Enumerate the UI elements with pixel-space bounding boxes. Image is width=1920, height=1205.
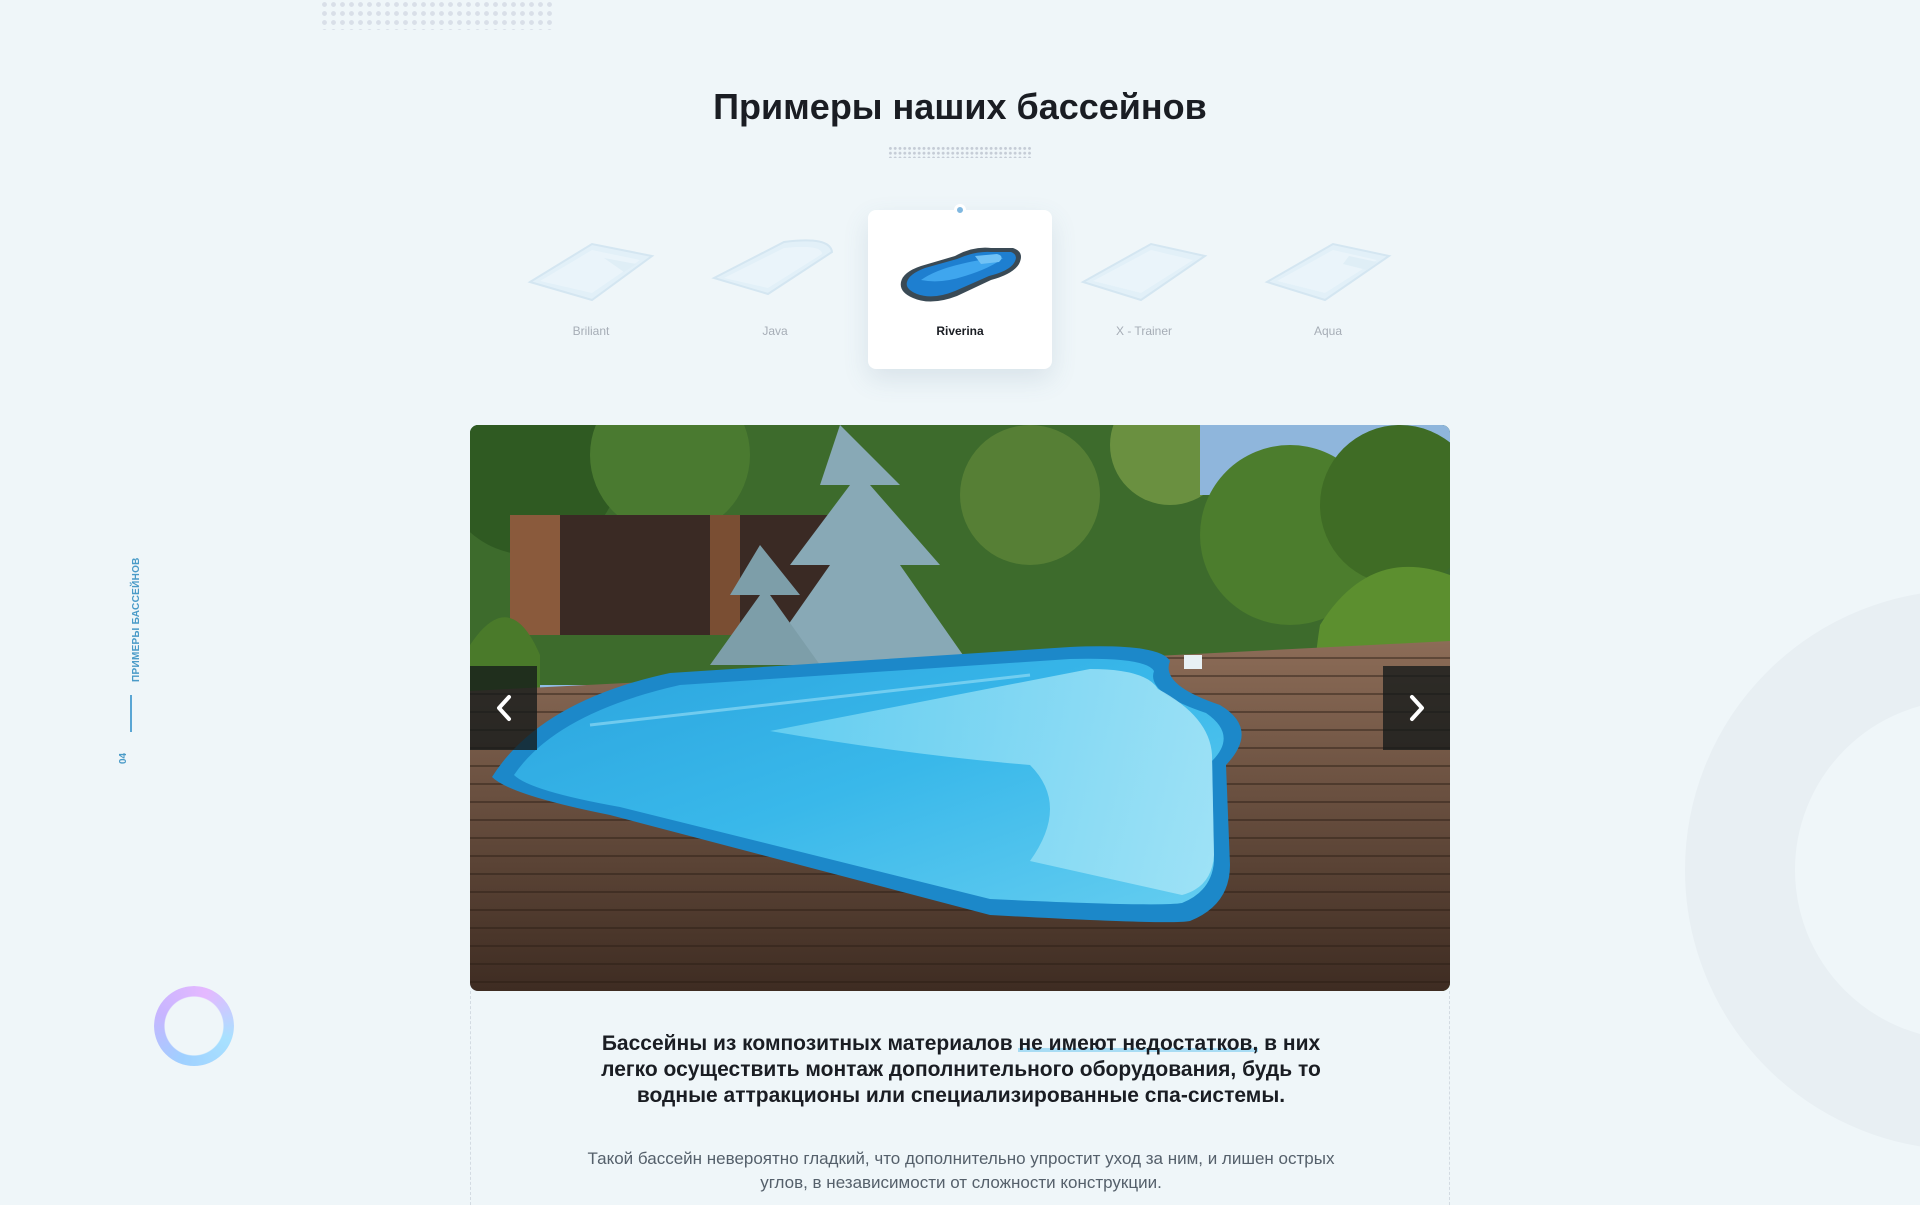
section-title: Примеры наших бассейнов (713, 86, 1207, 127)
pool-icon (900, 247, 1021, 302)
tab-label: Briliant (572, 324, 610, 338)
title-divider (888, 146, 1032, 158)
pool-icon (527, 242, 655, 302)
chevron-left-icon (496, 695, 511, 721)
decor-ring (1685, 590, 1920, 1150)
tab-label: Riverina (936, 324, 984, 338)
tab-java[interactable]: Java (683, 210, 867, 369)
pool-icon (1080, 242, 1208, 302)
model-tabs: Briliant Java Riverina X - Trainer Aqua (0, 200, 1920, 380)
description-card: Бассейны из композитных материалов не им… (470, 991, 1450, 1205)
chevron-right-icon (1409, 695, 1424, 721)
active-indicator (954, 204, 966, 216)
side-section-number: 04 (118, 752, 129, 764)
lead-highlight: не имеют недостатков, (1018, 1032, 1259, 1055)
tab-x-trainer[interactable]: X - Trainer (1052, 210, 1236, 369)
lead-text-start: Бассейны из композитных материалов (601, 1032, 1019, 1055)
pool-photo (470, 425, 1450, 991)
photo-slider[interactable] (470, 425, 1450, 991)
body-paragraph: Такой бассейн невероятно гладкий, что до… (587, 1149, 1335, 1192)
tab-label: X - Trainer (1115, 324, 1172, 338)
tab-briliant[interactable]: Briliant (499, 210, 683, 369)
tab-label: Aqua (1313, 324, 1343, 338)
pool-icon (711, 239, 834, 296)
side-section-indicator: Примеры бассейнов 04 (112, 557, 148, 764)
tab-aqua[interactable]: Aqua (1236, 210, 1420, 369)
side-section-line (130, 695, 132, 732)
page: Примеры бассейнов 04 Примеры наших бассе… (0, 0, 1920, 1205)
side-section-label: Примеры бассейнов (130, 557, 142, 682)
chat-widget-ring[interactable] (154, 986, 234, 1066)
tab-riverina[interactable]: Riverina (868, 204, 1052, 369)
tab-label: Java (762, 324, 788, 338)
slider-next-button[interactable] (1383, 666, 1450, 750)
slider-prev-button[interactable] (470, 666, 537, 750)
pool-icon (1264, 242, 1392, 302)
decor-dots (320, 0, 556, 30)
lead-paragraph: Бассейны из композитных материалов не им… (576, 1031, 1346, 1109)
